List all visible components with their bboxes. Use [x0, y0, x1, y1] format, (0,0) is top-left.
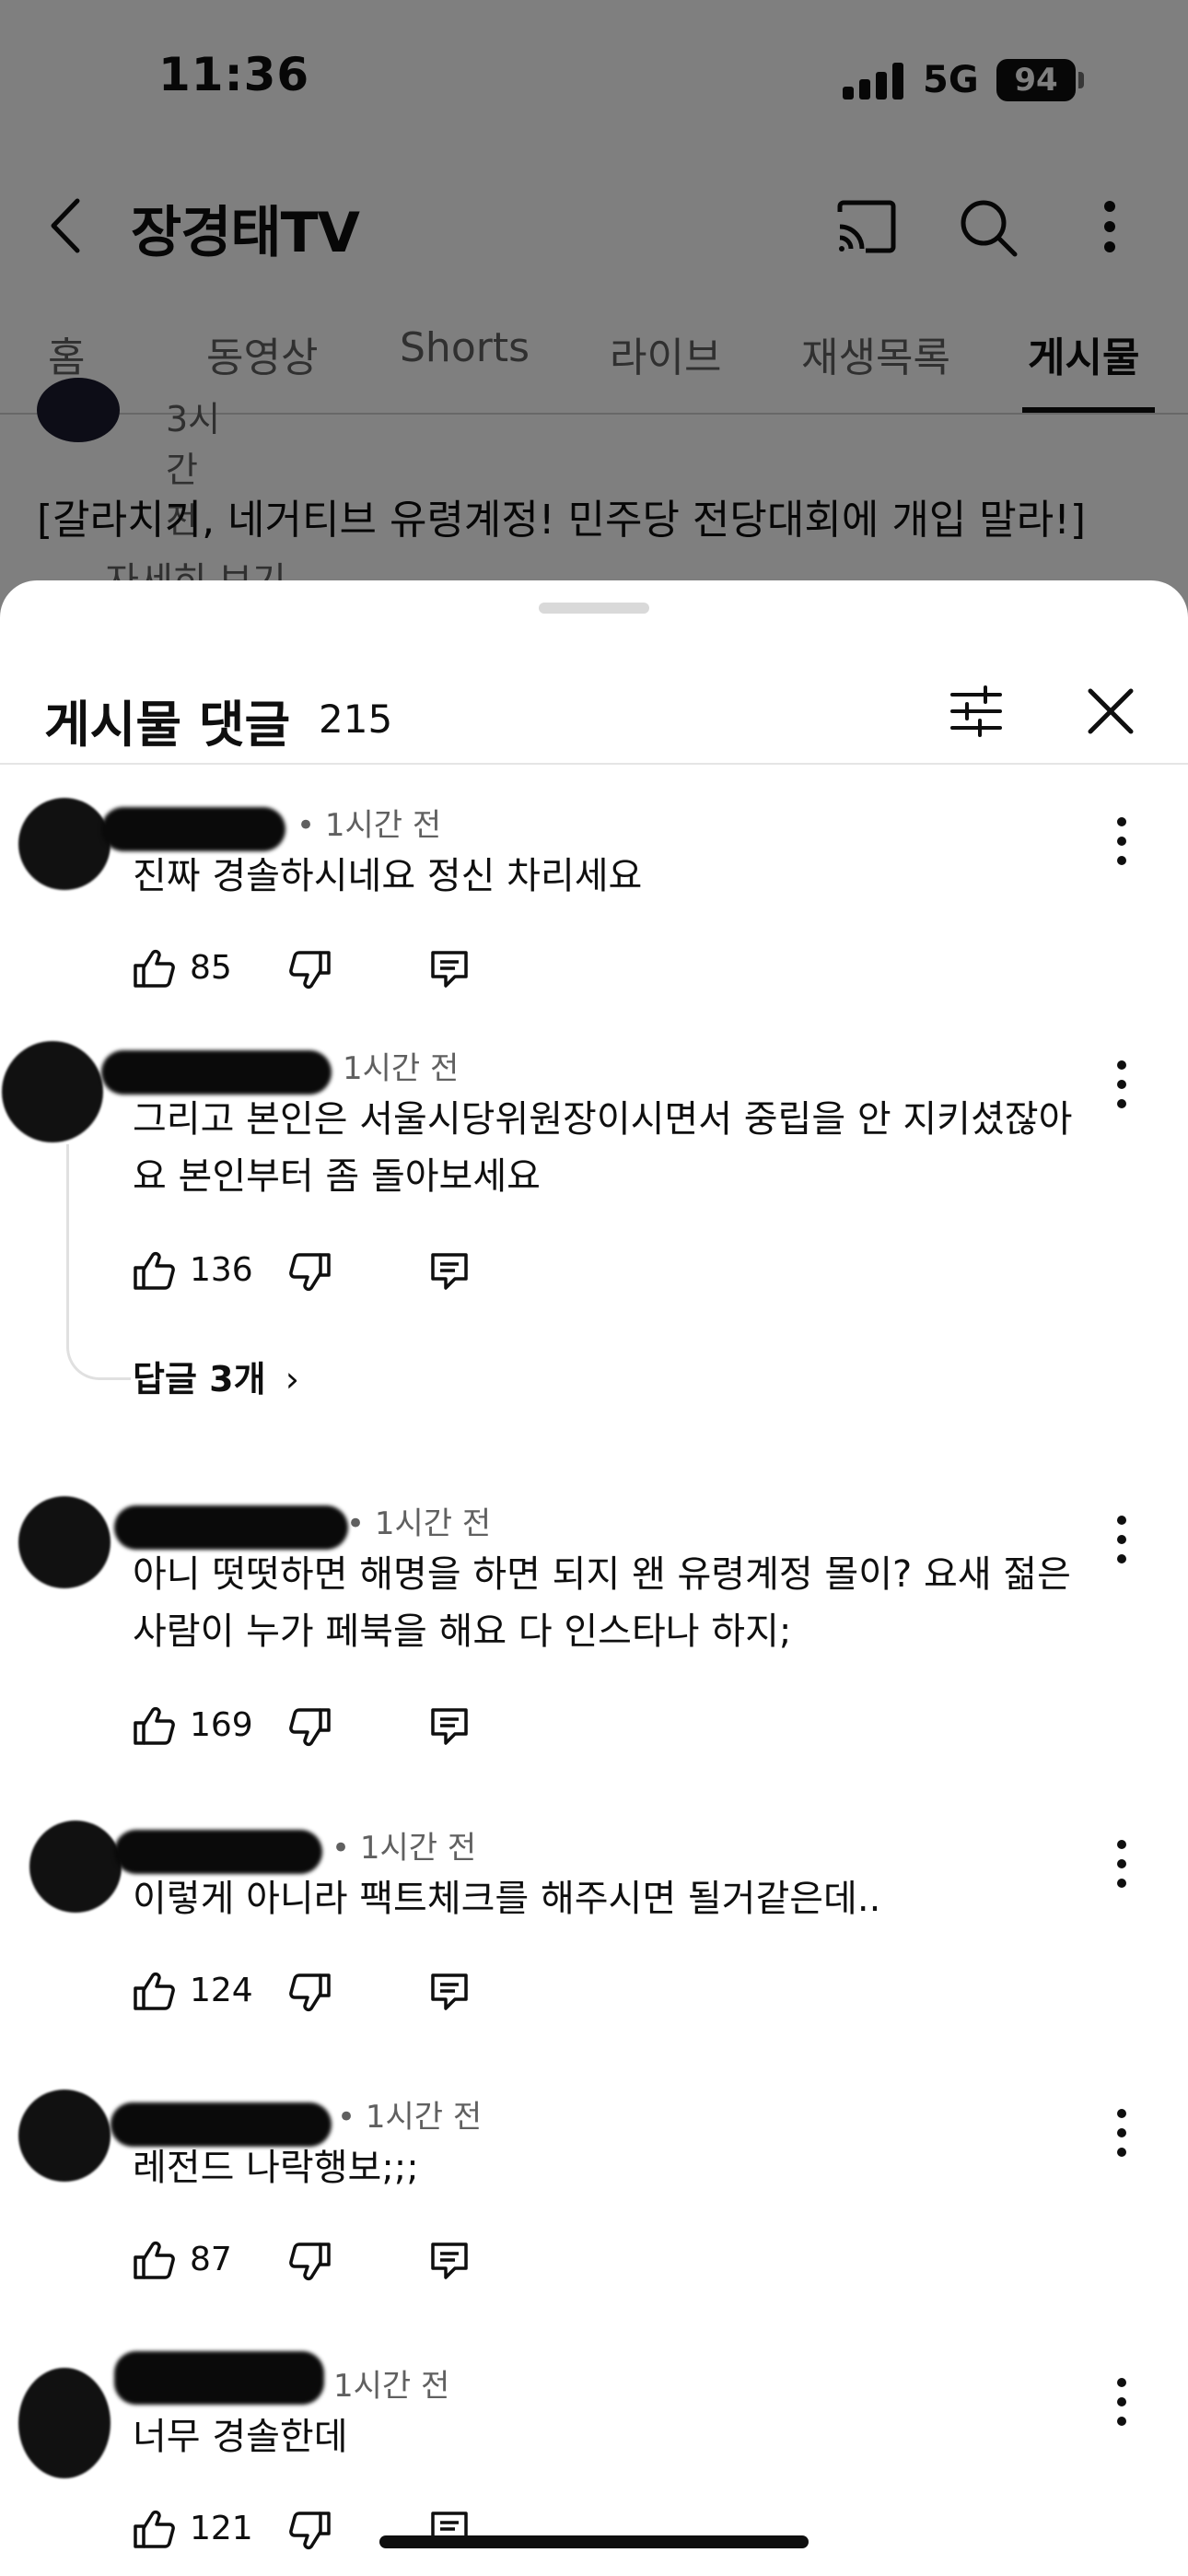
comment-author-redacted[interactable]: [101, 807, 285, 851]
comment-text: 너무 경솔한데: [133, 2416, 348, 2458]
reply-icon[interactable]: [429, 2241, 470, 2281]
sheet-title: 게시물 댓글: [44, 696, 291, 754]
more-vertical-icon[interactable]: [1112, 2108, 1131, 2158]
reply-thread-line: [66, 1144, 131, 1380]
thumbs-up-icon[interactable]: [133, 2508, 175, 2550]
thumbs-up-icon[interactable]: [133, 2239, 175, 2281]
comment-author-redacted[interactable]: [114, 1830, 322, 1874]
thumbs-down-icon[interactable]: [289, 1972, 332, 2014]
comment-actions: 87: [133, 2235, 519, 2290]
comment-avatar[interactable]: [29, 1821, 122, 1913]
comment-avatar[interactable]: [18, 2368, 111, 2478]
comment-avatar[interactable]: [18, 1496, 111, 1588]
more-vertical-icon[interactable]: [1112, 1515, 1131, 1564]
comment-avatar[interactable]: [2, 1041, 103, 1142]
thumbs-down-icon[interactable]: [289, 2510, 332, 2552]
comment-avatar[interactable]: [18, 2090, 111, 2182]
comment-time: • 1시간 전: [297, 807, 442, 844]
comment-time: 1시간 전: [333, 2368, 450, 2405]
thumbs-up-icon[interactable]: [133, 947, 175, 989]
like-count: 85: [190, 949, 232, 987]
comment-actions: 85: [133, 943, 519, 999]
comment-text: 진짜 경솔하시네요 정신 차리세요: [133, 855, 643, 897]
comment-actions: 121: [133, 2504, 519, 2559]
comment-author-redacted[interactable]: [101, 1050, 332, 1095]
replies-label: 답글 3개: [133, 1359, 266, 1399]
comment-item: • 1시간 전 이렇게 아니라 팩트체크를 해주시면 될거같은데.. 124: [0, 1821, 1188, 2042]
comment-item: 1시간 전 그리고 본인은 서울시당위원장이시면서 중립을 안 지키셨잖아요 본…: [0, 1041, 1188, 1465]
comment-author-redacted[interactable]: [114, 2351, 324, 2405]
like-count: 87: [190, 2241, 232, 2278]
thumbs-up-icon[interactable]: [133, 1704, 175, 1747]
comment-time: • 1시간 전: [337, 2099, 483, 2136]
thumbs-down-icon[interactable]: [289, 949, 332, 991]
comment-actions: 169: [133, 1701, 519, 1756]
home-indicator[interactable]: [379, 2535, 809, 2548]
comment-text: 그리고 본인은 서울시당위원장이시면서 중립을 안 지키셨잖아요 본인부터 좀 …: [133, 1098, 1073, 1198]
comment-item: • 1시간 전 진짜 경솔하시네요 정신 차리세요 85: [0, 798, 1188, 1010]
comment-author-redacted[interactable]: [114, 1505, 348, 1550]
more-vertical-icon[interactable]: [1112, 2377, 1131, 2427]
comment-text: 이렇게 아니라 팩트체크를 해주시면 될거같은데..: [133, 1878, 881, 1920]
more-vertical-icon[interactable]: [1112, 816, 1131, 866]
sort-filter-icon[interactable]: [949, 684, 1004, 739]
comment-count: 215: [319, 697, 393, 742]
sheet-header: 게시물 댓글 215: [0, 636, 1188, 765]
more-vertical-icon[interactable]: [1112, 1060, 1131, 1109]
comment-actions: 136: [133, 1246, 519, 1301]
comment-item: • 1시간 전 레전드 나락행보;;; 87: [0, 2090, 1188, 2311]
chevron-right-icon: ›: [285, 1359, 299, 1399]
drag-handle[interactable]: [539, 603, 649, 614]
like-count: 136: [190, 1251, 253, 1289]
thumbs-down-icon[interactable]: [289, 2241, 332, 2283]
more-vertical-icon[interactable]: [1112, 1839, 1131, 1889]
comment-text: 아니 떳떳하면 해명을 하면 되지 왠 유령계정 몰이? 요새 젊은사람이 누가…: [133, 1553, 1071, 1653]
close-icon[interactable]: [1085, 685, 1136, 737]
thumbs-down-icon[interactable]: [289, 1251, 332, 1294]
comment-actions: 124: [133, 1966, 519, 2021]
reply-icon[interactable]: [429, 1972, 470, 2012]
comment-time: • 1시간 전: [346, 1505, 492, 1542]
reply-icon[interactable]: [429, 949, 470, 989]
view-replies-button[interactable]: 답글 3개 ›: [133, 1351, 299, 1401]
like-count: 121: [190, 2510, 253, 2547]
thumbs-down-icon[interactable]: [289, 1706, 332, 1749]
reply-icon[interactable]: [429, 1706, 470, 1747]
comment-item: • 1시간 전 아니 떳떳하면 해명을 하면 되지 왠 유령계정 몰이? 요새 …: [0, 1496, 1188, 1773]
reply-icon[interactable]: [429, 1251, 470, 1292]
like-count: 169: [190, 1706, 253, 1744]
comment-text: 레전드 나락행보;;;: [133, 2147, 419, 2189]
comments-sheet: 게시물 댓글 215 • 1시간 전 진짜 경솔하시네요 정신 차리세요 85 …: [0, 580, 1188, 2576]
comment-time: • 1시간 전: [332, 1830, 477, 1867]
comment-avatar[interactable]: [18, 798, 111, 890]
like-count: 124: [190, 1972, 253, 2009]
thumbs-up-icon[interactable]: [133, 1249, 175, 1292]
comment-time: 1시간 전: [343, 1050, 460, 1087]
thumbs-up-icon[interactable]: [133, 1970, 175, 2012]
